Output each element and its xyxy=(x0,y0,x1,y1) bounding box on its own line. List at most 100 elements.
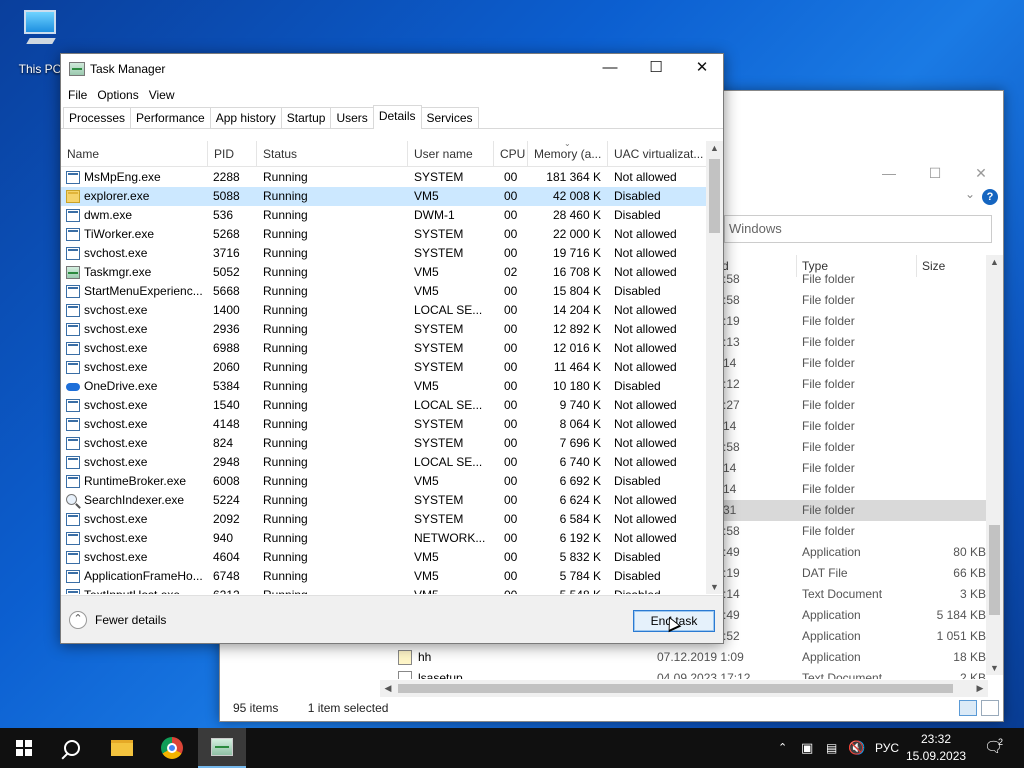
fewer-details-button[interactable]: ⌃ Fewer details xyxy=(69,611,166,629)
scroll-thumb[interactable] xyxy=(398,684,953,693)
cell-uac: Not allowed xyxy=(614,246,677,260)
table-row[interactable]: svchost.exe 1400 Running LOCAL SE... 00 14 20… xyxy=(61,301,707,320)
cell-user: SYSTEM xyxy=(414,493,464,507)
tab-app-history[interactable]: App history xyxy=(209,107,282,128)
cell-cpu: 00 xyxy=(504,569,518,583)
table-row[interactable]: OneDrive.exe 5384 Running VM5 00 10 180 K Disa… xyxy=(61,377,707,396)
table-row[interactable]: RuntimeBroker.exe 6008 Running VM5 00 6 692 K… xyxy=(61,472,707,491)
list-item[interactable]: hh 07.12.2019 1:09 Application 18 KB xyxy=(380,647,988,668)
scroll-right-icon[interactable]: ▶ xyxy=(972,680,988,697)
chevron-down-icon[interactable]: ⌄ xyxy=(965,187,975,201)
show-hidden-icons-chevron-icon[interactable]: ⌃ xyxy=(778,728,787,768)
minimize-button[interactable]: — xyxy=(587,54,633,84)
help-icon[interactable]: ? xyxy=(982,189,998,205)
tab-performance[interactable]: Performance xyxy=(130,107,211,128)
maximize-button[interactable]: ☐ xyxy=(633,54,679,84)
tray-window-icon[interactable]: ▤ xyxy=(826,728,837,768)
column-header-status[interactable]: Status xyxy=(257,141,408,167)
action-center-icon[interactable]: 🗨 xyxy=(984,728,1003,768)
cell-pid: 5088 xyxy=(213,189,240,203)
large-icons-view-icon[interactable] xyxy=(981,700,999,716)
cell-memory: 16 708 K xyxy=(552,265,601,279)
clock[interactable]: 23:32 15.09.2023 xyxy=(906,731,966,765)
taskbar-chrome[interactable] xyxy=(148,728,196,768)
table-row[interactable]: MsMpEng.exe 2288 Running SYSTEM 00 181 364 K N… xyxy=(61,168,707,187)
menu-options[interactable]: Options xyxy=(92,88,143,102)
details-view-icon[interactable] xyxy=(959,700,977,716)
address-search-field[interactable]: Windows xyxy=(724,215,992,243)
scroll-down-icon[interactable]: ▼ xyxy=(706,582,723,592)
cell-user: LOCAL SE... xyxy=(414,303,483,317)
search-button[interactable] xyxy=(48,728,96,768)
column-header-pid[interactable]: PID xyxy=(208,141,257,167)
close-button[interactable]: ✕ xyxy=(679,54,725,84)
volume-muted-icon[interactable]: 🔇 xyxy=(848,728,864,768)
tab-processes[interactable]: Processes xyxy=(63,107,132,128)
title-bar[interactable]: Task Manager — ☐ ✕ xyxy=(61,54,723,84)
scroll-left-icon[interactable]: ◀ xyxy=(380,680,396,697)
table-row[interactable]: svchost.exe 3716 Running SYSTEM 00 19 716 K No… xyxy=(61,244,707,263)
column-header-cpu[interactable]: CPU xyxy=(494,141,528,167)
cell-name: dwm.exe xyxy=(84,208,133,222)
table-row[interactable]: svchost.exe 4604 Running VM5 00 5 832 K Disabl… xyxy=(61,548,707,567)
maximize-button[interactable]: ☐ xyxy=(912,159,958,187)
start-button[interactable] xyxy=(0,728,48,768)
menu-file[interactable]: File xyxy=(63,88,92,102)
column-header-uac[interactable]: UAC virtualizat... xyxy=(608,141,707,167)
table-row[interactable]: SearchIndexer.exe 5224 Running SYSTEM 00 6 62… xyxy=(61,491,707,510)
scroll-down-icon[interactable]: ▼ xyxy=(986,663,1003,673)
table-row[interactable]: ApplicationFrameHo... 6748 Running VM5 00 5 7… xyxy=(61,567,707,586)
cell-status: Running xyxy=(263,550,308,564)
tab-startup[interactable]: Startup xyxy=(280,107,332,128)
table-row[interactable]: Taskmgr.exe 5052 Running VM5 02 16 708 K Not a… xyxy=(61,263,707,282)
cell-user: SYSTEM xyxy=(414,246,464,260)
table-row[interactable]: explorer.exe 5088 Running VM5 00 42 008 K Disa… xyxy=(61,187,707,206)
file-type: File folder xyxy=(802,377,855,391)
scroll-up-icon[interactable]: ▲ xyxy=(986,257,1003,267)
cell-uac: Not allowed xyxy=(614,360,677,374)
cell-user: LOCAL SE... xyxy=(414,455,483,469)
cell-cpu: 00 xyxy=(504,379,518,393)
task-manager-window[interactable]: Task Manager — ☐ ✕ File Options View Pro… xyxy=(60,53,724,644)
cell-pid: 2936 xyxy=(213,322,240,336)
scroll-thumb[interactable] xyxy=(709,159,720,233)
scroll-thumb[interactable] xyxy=(989,525,1000,615)
column-header-name[interactable]: Name xyxy=(61,141,208,167)
table-row[interactable]: svchost.exe 2092 Running SYSTEM 00 6 584 K Not… xyxy=(61,510,707,529)
input-language-indicator[interactable]: РУС xyxy=(875,728,899,768)
table-row[interactable]: TiWorker.exe 5268 Running SYSTEM 00 22 000 K N… xyxy=(61,225,707,244)
tab-users[interactable]: Users xyxy=(330,107,374,128)
tab-details[interactable]: Details xyxy=(372,105,422,129)
menu-view[interactable]: View xyxy=(144,88,180,102)
cell-cpu: 00 xyxy=(504,227,518,241)
table-row[interactable]: svchost.exe 2936 Running SYSTEM 00 12 892 K No… xyxy=(61,320,707,339)
tray-app-icon[interactable]: ▣ xyxy=(801,728,813,768)
chevron-up-icon: ⌃ xyxy=(69,611,87,629)
tab-services[interactable]: Services xyxy=(420,107,479,128)
table-row[interactable]: svchost.exe 2060 Running SYSTEM 00 11 464 K No… xyxy=(61,358,707,377)
cell-memory: 5 784 K xyxy=(559,569,601,583)
minimize-button[interactable]: — xyxy=(866,159,912,187)
table-row[interactable]: dwm.exe 536 Running DWM-1 00 28 460 K Disabled xyxy=(61,206,707,225)
table-row[interactable]: svchost.exe 1540 Running LOCAL SE... 00 9 740… xyxy=(61,396,707,415)
vertical-scrollbar[interactable]: ▲ ▼ xyxy=(986,255,1003,675)
cell-status: Running xyxy=(263,512,308,526)
table-row[interactable]: svchost.exe 824 Running SYSTEM 00 7 696 K Not … xyxy=(61,434,707,453)
table-row[interactable]: TextInputHost.exe 6212 Running VM5 00 5 548 K… xyxy=(61,586,707,594)
horizontal-scrollbar[interactable]: ◀ ▶ xyxy=(380,680,988,697)
close-button[interactable]: ✕ xyxy=(958,159,1004,187)
cell-memory: 8 064 K xyxy=(559,417,601,431)
table-row[interactable]: svchost.exe 4148 Running SYSTEM 00 8 064 K Not… xyxy=(61,415,707,434)
cell-user: SYSTEM xyxy=(414,512,464,526)
table-row[interactable]: svchost.exe 940 Running NETWORK... 00 6 192 K… xyxy=(61,529,707,548)
table-row[interactable]: svchost.exe 2948 Running LOCAL SE... 00 6 740… xyxy=(61,453,707,472)
scroll-up-icon[interactable]: ▲ xyxy=(706,143,723,153)
list-item[interactable]: lsasetup 04.09.2023 17:12 Text Document 2 K… xyxy=(380,668,988,679)
table-row[interactable]: svchost.exe 6988 Running SYSTEM 00 12 016 K No… xyxy=(61,339,707,358)
taskbar-file-explorer[interactable] xyxy=(98,728,146,768)
column-header-user[interactable]: User name xyxy=(408,141,494,167)
cell-name: svchost.exe xyxy=(84,341,148,355)
table-row[interactable]: StartMenuExperienc... 5668 Running VM5 00 15 … xyxy=(61,282,707,301)
taskbar-task-manager[interactable] xyxy=(198,728,246,768)
vertical-scrollbar[interactable]: ▲ ▼ xyxy=(706,141,723,594)
